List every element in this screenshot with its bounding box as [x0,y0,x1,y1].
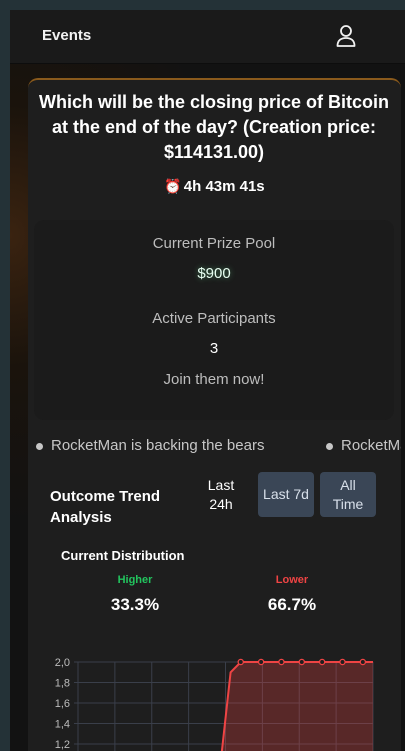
period-all-time-button[interactable]: All Time [320,472,376,517]
trend-chart: 2,01,81,61,41,21,0 [55,657,374,751]
countdown-timer: ⏰ 4h 43m 41s [28,178,401,195]
lower-column: Lower 66.7% [222,574,362,615]
ticker-item: RocketMan is backing the bears [36,437,264,454]
chart-y-tick-label: 1,4 [55,719,70,731]
higher-label: Higher [117,574,153,586]
bullet-icon [326,442,333,450]
app-frame: Events Which will be the closing price o… [10,10,405,751]
prize-pool-value: $900 [197,265,231,282]
event-question: Which will be the closing price of Bitco… [38,92,390,162]
chart-point [257,658,265,666]
chart-point [278,658,285,666]
ticker-item: RocketMan is backing the bears [326,437,401,454]
chart-point [359,658,367,666]
user-icon[interactable] [335,24,357,48]
period-24h-button[interactable]: Last 24h [193,472,249,517]
trend-title: Outcome Trend Analysis [50,488,161,526]
top-bar: Events [10,10,405,64]
alarm-clock-icon: ⏰ [164,178,182,194]
lower-label: Lower [275,574,309,586]
chart-point [237,658,245,666]
prize-pool-label: Current Prize Pool [152,235,276,252]
bullet-icon [36,442,43,450]
higher-column: Higher 33.3% [65,574,205,615]
lower-value: 66.7% [267,595,317,614]
stats-panel: Current Prize Pool $900 Active Participa… [34,220,394,420]
countdown-text: 4h 43m 41s [183,178,265,195]
chart-point [318,658,326,666]
event-card: Which will be the closing price of Bitco… [28,78,401,751]
page-title: Events [42,27,92,44]
higher-value: 33.3% [110,595,160,614]
chart-point [339,658,346,666]
chart-y-tick-label: 1,8 [55,678,70,690]
chart-y-tick-label: 1,6 [55,698,70,710]
content-area: Which will be the closing price of Bitco… [10,64,405,751]
activity-ticker: RocketMan is backing the bears RocketMan… [28,435,401,457]
chart-y-tick-label: 1,2 [55,739,70,751]
chart-y-tick-label: 2,0 [55,657,70,669]
period-7d-button[interactable]: Last 7d [258,472,314,517]
distribution-title: Current Distribution [61,548,185,563]
participants-label: Active Participants [152,310,276,327]
chart-point [298,658,306,666]
participants-value: 3 [209,340,219,357]
join-cta[interactable]: Join them now! [34,371,394,388]
